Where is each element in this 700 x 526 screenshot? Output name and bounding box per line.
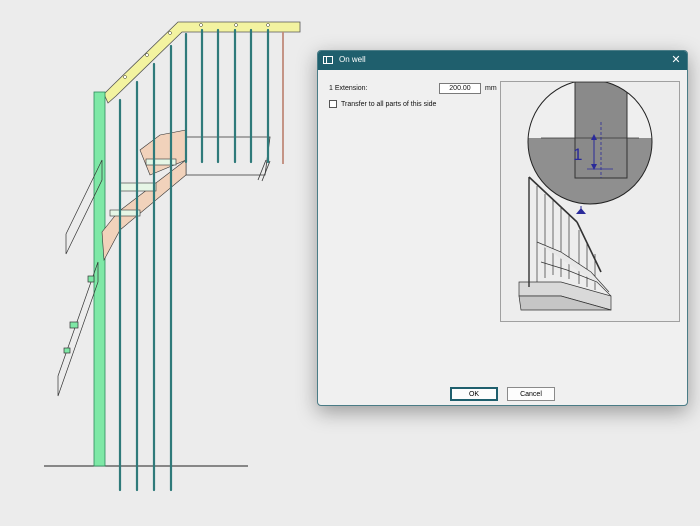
ok-button[interactable]: OK (450, 387, 498, 401)
balusters (118, 28, 270, 492)
window-icon (323, 56, 333, 64)
landing-outline (185, 136, 271, 182)
newel-post (93, 91, 106, 467)
extension-label: 1 Extension: (329, 85, 368, 92)
dimension-marker: 1 (573, 145, 582, 164)
stair-treads (101, 129, 187, 262)
on-well-dialog: On well ✕ 1 Extension: mm Transfer to al… (317, 50, 688, 406)
transfer-checkbox[interactable] (329, 100, 337, 108)
extension-input[interactable] (439, 83, 481, 94)
preview-image: 1 (500, 81, 680, 322)
stair-preview-illustration: 1 (518, 82, 653, 311)
close-icon[interactable]: ✕ (669, 53, 683, 67)
extension-unit: mm (485, 85, 497, 92)
dialog-title: On well (339, 55, 366, 64)
cancel-button[interactable]: Cancel (507, 387, 555, 401)
dialog-titlebar[interactable]: On well ✕ (318, 51, 687, 70)
transfer-label: Transfer to all parts of this side (341, 101, 437, 108)
